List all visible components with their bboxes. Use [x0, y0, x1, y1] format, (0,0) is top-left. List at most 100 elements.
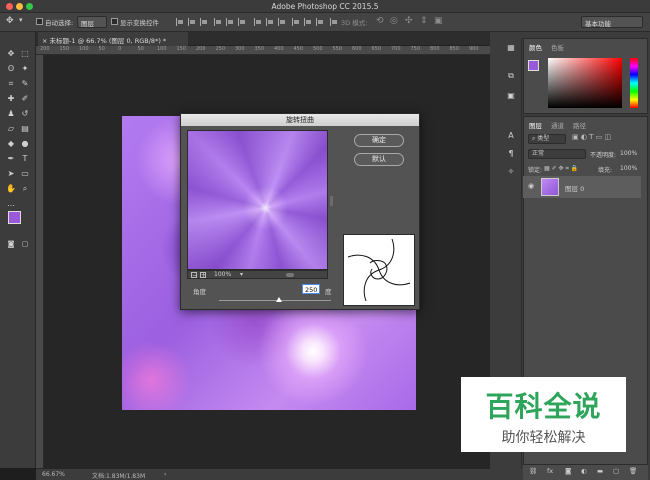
document-tab[interactable]: × 未标题-1 @ 66.7% (图层 0, RGB/8*) *: [38, 32, 188, 46]
healing-brush-tool-icon[interactable]: ✚: [5, 93, 17, 105]
type-tool-icon[interactable]: T: [19, 153, 31, 165]
more-tools-icon[interactable]: …: [5, 198, 17, 210]
auto-align-icon[interactable]: [330, 18, 337, 26]
ruler-tick-label: 550: [332, 46, 343, 52]
hand-tool-icon[interactable]: ✋: [5, 183, 17, 195]
ruler-tick-label: 200: [196, 46, 206, 52]
color-tab[interactable]: 颜色: [529, 42, 542, 52]
channels-tab[interactable]: 通道: [551, 120, 564, 130]
ruler-tick-label: 650: [371, 46, 382, 52]
angle-slider-track[interactable]: [219, 300, 331, 301]
screen-mode-icon[interactable]: ▢: [19, 238, 31, 250]
zoom-in-button[interactable]: +: [200, 272, 206, 279]
eyedropper-tool-icon[interactable]: ✎: [19, 78, 31, 90]
new-group-icon[interactable]: ▬: [597, 467, 603, 475]
preview-scrollbar[interactable]: [286, 273, 294, 277]
delete-layer-icon[interactable]: 🗑: [629, 467, 637, 475]
fill-value[interactable]: 100%: [620, 165, 637, 172]
layer-name[interactable]: 图层 0: [565, 183, 584, 193]
brush-settings-icon[interactable]: ✧: [505, 166, 517, 178]
paragraph-panel-icon[interactable]: ¶: [505, 148, 517, 160]
filter-preview[interactable]: [187, 130, 328, 270]
marquee-tool-icon[interactable]: ⬚: [19, 48, 31, 60]
lock-icons[interactable]: ▦ ✐ ✥ ⌗ 🔒: [544, 165, 578, 173]
ok-button[interactable]: 确定: [354, 134, 404, 147]
layer-style-button[interactable]: fx: [547, 467, 553, 475]
3d-slide-icon[interactable]: ⇕: [420, 16, 428, 26]
3d-drag-icon[interactable]: ✣: [405, 16, 413, 26]
workspace-dropdown[interactable]: 基本功能: [581, 16, 643, 28]
3d-scale-icon[interactable]: ▣: [434, 16, 443, 26]
new-layer-icon[interactable]: ▢: [613, 467, 619, 475]
dialog-scrollbar[interactable]: [330, 196, 333, 206]
status-arrow-icon[interactable]: ›: [164, 471, 166, 478]
dodge-tool-icon[interactable]: ●: [19, 138, 31, 150]
3d-roll-icon[interactable]: ◎: [390, 16, 398, 26]
foreground-color-swatch[interactable]: [8, 211, 21, 224]
eraser-tool-icon[interactable]: ▱: [5, 123, 17, 135]
app-title: Adobe Photoshop CC 2015.5: [271, 2, 379, 11]
rectangle-tool-icon[interactable]: ▭: [19, 168, 31, 180]
align-hcenter-icon[interactable]: [226, 18, 233, 26]
layer-kind-filter[interactable]: ⌕ 类型: [528, 134, 566, 144]
adjustment-layer-icon[interactable]: ◐: [581, 467, 587, 475]
add-mask-icon[interactable]: ◙: [565, 467, 571, 475]
layers-tab[interactable]: 图层: [529, 120, 542, 130]
move-tool-icon[interactable]: ✥: [5, 48, 17, 60]
brush-tool-icon[interactable]: ✐: [19, 93, 31, 105]
distribute-top-icon[interactable]: [254, 18, 261, 26]
zoom-tool-icon[interactable]: ⌕: [19, 183, 31, 195]
layer-row[interactable]: ◉ 图层 0: [523, 176, 641, 198]
hue-slider[interactable]: [630, 58, 638, 108]
clone-stamp-tool-icon[interactable]: ♟: [5, 108, 17, 120]
show-transform-checkbox[interactable]: [111, 18, 118, 25]
distribute-bottom-icon[interactable]: [278, 18, 285, 26]
distribute-right-icon[interactable]: [316, 18, 323, 26]
move-tool-icon[interactable]: ✥: [6, 16, 14, 26]
distribute-vcenter-icon[interactable]: [266, 18, 273, 26]
tool-preset-chevron-icon[interactable]: ▾: [19, 16, 23, 24]
align-left-icon[interactable]: [214, 18, 221, 26]
opacity-value[interactable]: 100%: [620, 150, 637, 157]
3d-rotate-icon[interactable]: ⟲: [376, 16, 384, 26]
reset-button[interactable]: 默认: [354, 153, 404, 166]
adjustments-panel-icon[interactable]: ▣: [505, 90, 517, 102]
angle-slider-thumb[interactable]: [276, 297, 282, 302]
zoom-chevron-icon[interactable]: ▾: [240, 271, 243, 278]
link-layers-icon[interactable]: ⛓: [529, 467, 537, 475]
gradient-tool-icon[interactable]: ▤: [19, 123, 31, 135]
align-top-icon[interactable]: [176, 18, 183, 26]
auto-select-checkbox[interactable]: [36, 18, 43, 25]
blend-mode-dropdown[interactable]: 正常: [528, 149, 586, 159]
history-panel-icon[interactable]: ▦: [505, 42, 517, 54]
crop-tool-icon[interactable]: ⌗: [5, 78, 17, 90]
lasso-tool-icon[interactable]: ʘ: [5, 63, 17, 75]
align-bottom-icon[interactable]: [200, 18, 207, 26]
character-panel-icon[interactable]: A: [505, 130, 517, 142]
align-right-icon[interactable]: [238, 18, 245, 26]
filter-icons[interactable]: ▣ ◐ T ▭ ◫: [572, 133, 611, 141]
magic-wand-tool-icon[interactable]: ✦: [19, 63, 31, 75]
auto-select-dropdown[interactable]: 图层: [77, 16, 107, 28]
distribute-hcenter-icon[interactable]: [304, 18, 311, 26]
layer-kind-filter-value: 类型: [537, 135, 550, 142]
pen-tool-icon[interactable]: ✒: [5, 153, 17, 165]
history-brush-tool-icon[interactable]: ↺: [19, 108, 31, 120]
angle-input[interactable]: 250: [302, 284, 320, 294]
properties-panel-icon[interactable]: ⧉: [505, 70, 517, 82]
ruler-tick-label: 900: [469, 46, 479, 52]
swatches-tab[interactable]: 色板: [551, 42, 564, 52]
panel-foreground-swatch[interactable]: [528, 60, 539, 71]
zoom-readout[interactable]: 66.67%: [42, 471, 65, 478]
visibility-eye-icon[interactable]: ◉: [528, 182, 534, 190]
zoom-out-button[interactable]: −: [191, 272, 197, 279]
align-vcenter-icon[interactable]: [188, 18, 195, 26]
quick-mask-icon[interactable]: ◙: [5, 238, 17, 250]
ruler-tick-label: 50: [98, 46, 105, 52]
close-tab-icon[interactable]: ×: [42, 37, 47, 45]
path-selection-tool-icon[interactable]: ➤: [5, 168, 17, 180]
distribute-left-icon[interactable]: [292, 18, 299, 26]
blur-tool-icon[interactable]: ◆: [5, 138, 17, 150]
paths-tab[interactable]: 路径: [573, 120, 586, 130]
color-picker-field[interactable]: [548, 58, 622, 108]
